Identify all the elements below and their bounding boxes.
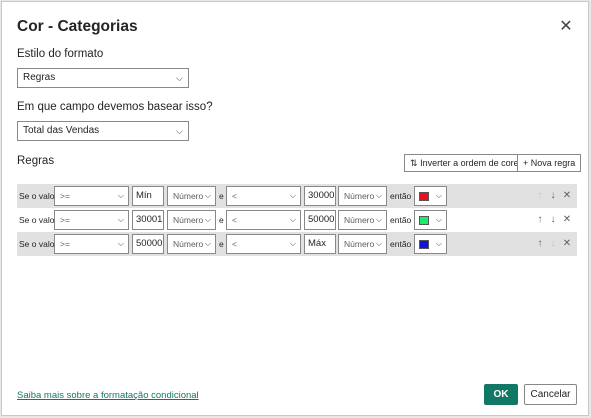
chevron-down-icon: ⌵ (375, 191, 382, 200)
color-swatch (419, 240, 429, 249)
operator-2-value: < (232, 215, 237, 225)
move-down-icon[interactable]: ↓ (547, 234, 559, 254)
type-1-value: Número (173, 215, 204, 225)
then-label: então (390, 239, 412, 249)
type-2-dropdown[interactable]: Número ⌵ (338, 210, 387, 230)
type-1-dropdown[interactable]: Número ⌵ (167, 186, 216, 206)
new-rule-button[interactable]: + Nova regra (517, 154, 582, 172)
move-down-icon[interactable]: ↓ (547, 210, 559, 230)
value-1-input[interactable]: Mín (132, 186, 164, 206)
chevron-down-icon: ⌵ (204, 191, 211, 200)
value-2-input[interactable]: 50000 (304, 210, 336, 230)
color-swatch (419, 192, 429, 201)
rule-row: Se o valor >= ⌵ Mín Número ⌵ e < ⌵ 30000 Nú… (17, 184, 577, 208)
type-1-dropdown[interactable]: Número ⌵ (167, 210, 216, 230)
chevron-down-icon: ⌵ (117, 215, 124, 224)
chevron-down-icon: ⌵ (289, 191, 296, 200)
close-icon[interactable]: ✕ (558, 19, 574, 35)
reverse-colors-button[interactable]: ⇅ Inverter a ordem de cores (404, 154, 530, 172)
type-1-value: Número (173, 191, 204, 201)
type-2-dropdown[interactable]: Número ⌵ (338, 186, 387, 206)
chevron-down-icon: ⌵ (435, 239, 442, 248)
chevron-down-icon: ⌵ (375, 215, 382, 224)
color-picker[interactable]: ⌵ (414, 210, 447, 230)
if-value-label: Se o valor (19, 191, 58, 201)
and-label: e (219, 215, 224, 225)
delete-rule-icon[interactable]: ✕ (561, 210, 573, 230)
format-style-label: Estilo do formato (17, 48, 104, 60)
move-up-icon[interactable]: ↑ (534, 186, 546, 206)
rule-row: Se o valor >= ⌵ 50000 Número ⌵ e < ⌵ Máx Nú… (17, 232, 577, 256)
move-up-icon[interactable]: ↑ (534, 210, 546, 230)
operator-2-value: < (232, 191, 237, 201)
color-picker[interactable]: ⌵ (414, 234, 447, 254)
operator-1-dropdown[interactable]: >= ⌵ (54, 186, 129, 206)
type-2-value: Número (344, 191, 375, 201)
type-2-value: Número (344, 215, 375, 225)
chevron-down-icon: ⌵ (204, 215, 211, 224)
chevron-down-icon: ⌵ (117, 191, 124, 200)
conditional-format-dialog: Cor - Categorias ✕ Estilo do formato Reg… (1, 1, 589, 416)
then-label: então (390, 215, 412, 225)
value-1-input[interactable]: 30001 (132, 210, 164, 230)
value-2-input[interactable]: 30000 (304, 186, 336, 206)
chevron-down-icon: ⌵ (176, 126, 183, 136)
then-label: então (390, 191, 412, 201)
and-label: e (219, 191, 224, 201)
operator-1-value: >= (60, 191, 70, 201)
chevron-down-icon: ⌵ (375, 239, 382, 248)
delete-rule-icon[interactable]: ✕ (561, 186, 573, 206)
move-up-icon[interactable]: ↑ (534, 234, 546, 254)
operator-2-value: < (232, 239, 237, 249)
chevron-down-icon: ⌵ (117, 239, 124, 248)
base-field-dropdown[interactable]: Total das Vendas ⌵ (17, 121, 189, 141)
operator-1-value: >= (60, 239, 70, 249)
plus-icon: + (523, 158, 529, 168)
new-rule-label: Nova regra (530, 158, 576, 168)
chevron-down-icon: ⌵ (289, 215, 296, 224)
if-value-label: Se o valor (19, 239, 58, 249)
base-field-label: Em que campo devemos basear isso? (17, 101, 213, 113)
operator-2-dropdown[interactable]: < ⌵ (226, 210, 301, 230)
type-2-value: Número (344, 239, 375, 249)
value-2-input[interactable]: Máx (304, 234, 336, 254)
and-label: e (219, 239, 224, 249)
chevron-down-icon: ⌵ (176, 73, 183, 83)
color-swatch (419, 216, 429, 225)
rule-row: Se o valor >= ⌵ 30001 Número ⌵ e < ⌵ 50000 … (17, 208, 577, 232)
chevron-down-icon: ⌵ (435, 215, 442, 224)
color-picker[interactable]: ⌵ (414, 186, 447, 206)
chevron-down-icon: ⌵ (204, 239, 211, 248)
learn-more-link[interactable]: Saiba mais sobre a formatação condiciona… (17, 390, 199, 401)
reverse-colors-label: Inverter a ordem de cores (420, 158, 524, 168)
format-style-dropdown[interactable]: Regras ⌵ (17, 68, 189, 88)
type-1-value: Número (173, 239, 204, 249)
base-field-value: Total das Vendas (23, 125, 100, 136)
move-down-icon[interactable]: ↓ (547, 186, 559, 206)
type-1-dropdown[interactable]: Número ⌵ (167, 234, 216, 254)
operator-1-dropdown[interactable]: >= ⌵ (54, 210, 129, 230)
value-1-input[interactable]: 50000 (132, 234, 164, 254)
rules-label: Regras (17, 155, 55, 167)
ok-button[interactable]: OK (484, 384, 518, 405)
cancel-button[interactable]: Cancelar (524, 384, 577, 405)
chevron-down-icon: ⌵ (435, 191, 442, 200)
chevron-down-icon: ⌵ (289, 239, 296, 248)
if-value-label: Se o valor (19, 215, 58, 225)
type-2-dropdown[interactable]: Número ⌵ (338, 234, 387, 254)
format-style-value: Regras (23, 72, 56, 83)
operator-2-dropdown[interactable]: < ⌵ (226, 234, 301, 254)
operator-1-value: >= (60, 215, 70, 225)
operator-1-dropdown[interactable]: >= ⌵ (54, 234, 129, 254)
delete-rule-icon[interactable]: ✕ (561, 234, 573, 254)
swap-vertical-icon: ⇅ (410, 158, 418, 168)
dialog-title: Cor - Categorias (17, 18, 138, 35)
operator-2-dropdown[interactable]: < ⌵ (226, 186, 301, 206)
